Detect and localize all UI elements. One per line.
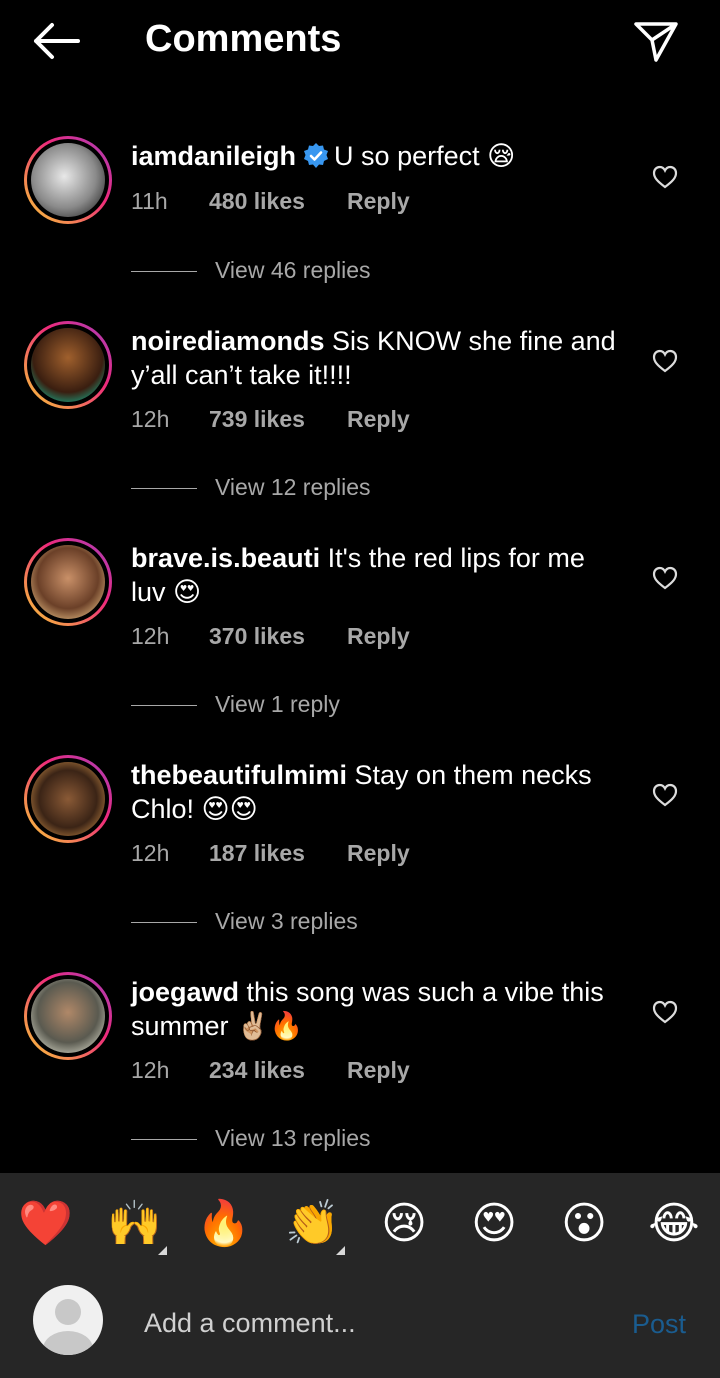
comment-likes[interactable]: 187 likes: [209, 840, 305, 867]
comment-time: 11h: [131, 188, 168, 214]
back-button[interactable]: [30, 20, 82, 62]
emoji-clapping-button[interactable]: 👏: [285, 1197, 345, 1255]
comment-username[interactable]: thebeautifulmimi: [131, 760, 347, 790]
comment-text: thebeautifulmimi Stay on them necks Chlo…: [131, 758, 621, 826]
heart-icon[interactable]: [652, 566, 678, 590]
view-replies-label: View 1 reply: [215, 691, 340, 717]
comment-time: 12h: [131, 840, 170, 866]
comment-likes[interactable]: 234 likes: [209, 1057, 305, 1084]
divider-line: [131, 488, 197, 490]
emoji-clapping-icon: 👏: [285, 1198, 340, 1249]
comment-text: noirediamonds Sis KNOW she fine and y’al…: [131, 324, 621, 392]
paper-plane-icon: [634, 22, 678, 62]
share-button[interactable]: [630, 18, 682, 66]
comment-text: iamdanileigh U so perfect 😪: [131, 139, 621, 173]
comment-input[interactable]: [144, 1303, 604, 1343]
heart-icon[interactable]: [652, 349, 678, 373]
heart-icon[interactable]: [652, 783, 678, 807]
divider-line: [131, 271, 197, 273]
default-avatar-icon: [43, 1299, 93, 1355]
emoji-raised-hands-button[interactable]: 🙌: [107, 1197, 167, 1255]
reply-button[interactable]: Reply: [347, 623, 410, 650]
back-arrow-icon: [34, 23, 80, 59]
avatar[interactable]: [24, 972, 112, 1060]
avatar[interactable]: [24, 755, 112, 843]
view-replies-button[interactable]: View 1 reply: [131, 691, 340, 718]
divider-line: [131, 705, 197, 707]
verified-badge-icon: [304, 143, 329, 168]
header-bar: Comments: [0, 0, 720, 84]
comment-username[interactable]: brave.is.beauti: [131, 543, 320, 573]
composer-bar: ❤️ 🙌 🔥 👏 😢 😍 😮 😂 Post: [0, 1173, 720, 1378]
emoji-heart-eyes-button[interactable]: 😍: [467, 1197, 521, 1251]
emoji-crying-button[interactable]: 😢: [377, 1197, 431, 1251]
page-title: Comments: [145, 18, 342, 60]
emoji-laughing-button[interactable]: 😂: [647, 1197, 701, 1251]
emoji-heart-button[interactable]: ❤️: [18, 1197, 73, 1251]
view-replies-label: View 46 replies: [215, 257, 371, 283]
emoji-surprised-button[interactable]: 😮: [557, 1197, 611, 1251]
comment-body: U so perfect 😪: [334, 141, 516, 171]
comment-time: 12h: [131, 1057, 170, 1083]
avatar[interactable]: [24, 136, 112, 224]
view-replies-button[interactable]: View 3 replies: [131, 908, 358, 935]
view-replies-button[interactable]: View 12 replies: [131, 474, 371, 501]
view-replies-label: View 13 replies: [215, 1125, 371, 1151]
reply-button[interactable]: Reply: [347, 406, 410, 433]
heart-icon[interactable]: [652, 1000, 678, 1024]
view-replies-label: View 12 replies: [215, 474, 371, 500]
view-replies-button[interactable]: View 13 replies: [131, 1125, 371, 1152]
avatar[interactable]: [24, 321, 112, 409]
user-avatar: [33, 1285, 103, 1355]
divider-line: [131, 922, 197, 924]
comment-time: 12h: [131, 623, 170, 649]
comment-text: joegawd this song was such a vibe this s…: [131, 975, 621, 1043]
comment-likes[interactable]: 370 likes: [209, 623, 305, 650]
view-replies-label: View 3 replies: [215, 908, 358, 934]
reply-button[interactable]: Reply: [347, 840, 410, 867]
comment-text: brave.is.beauti It's the red lips for me…: [131, 541, 621, 609]
divider-line: [131, 1139, 197, 1141]
emoji-fire-button[interactable]: 🔥: [196, 1197, 251, 1251]
comment-likes[interactable]: 739 likes: [209, 406, 305, 433]
skin-tone-indicator: [158, 1246, 167, 1255]
comment-likes[interactable]: 480 likes: [209, 188, 305, 215]
heart-icon[interactable]: [652, 165, 678, 189]
skin-tone-indicator: [336, 1246, 345, 1255]
post-button[interactable]: Post: [632, 1309, 686, 1340]
view-replies-button[interactable]: View 46 replies: [131, 257, 371, 284]
reply-button[interactable]: Reply: [347, 188, 410, 215]
comment-username[interactable]: joegawd: [131, 977, 239, 1007]
comment-username[interactable]: noirediamonds: [131, 326, 325, 356]
reply-button[interactable]: Reply: [347, 1057, 410, 1084]
emoji-raised-hands-icon: 🙌: [107, 1198, 162, 1249]
comment-time: 12h: [131, 406, 170, 432]
comment-username[interactable]: iamdanileigh: [131, 141, 296, 171]
avatar[interactable]: [24, 538, 112, 626]
